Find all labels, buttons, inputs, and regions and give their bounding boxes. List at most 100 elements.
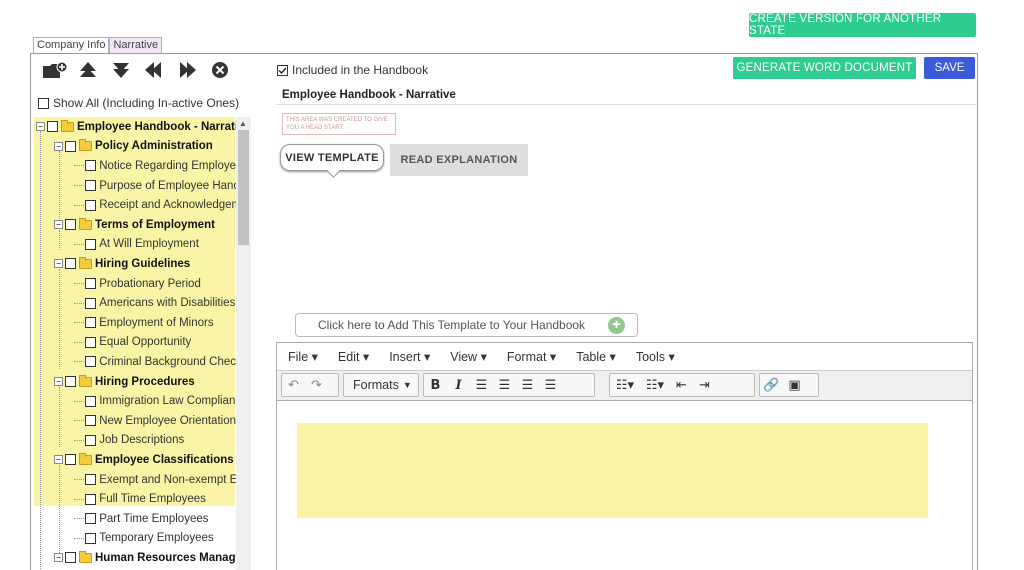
tree-label: Policy Administration (95, 140, 213, 153)
tree-checkbox[interactable] (85, 199, 96, 211)
tree-checkbox[interactable] (85, 336, 96, 348)
menu-format[interactable]: Format ▾ (507, 349, 556, 364)
menu-tools[interactable]: Tools ▾ (636, 349, 675, 364)
tree-checkbox[interactable] (85, 415, 96, 427)
tree-checkbox[interactable] (85, 180, 96, 192)
menu-table[interactable]: Table ▾ (576, 349, 616, 364)
section-title-field[interactable]: Employee Handbook - Narrative (276, 86, 976, 105)
italic-icon[interactable]: I (447, 378, 470, 393)
tree-checkbox[interactable] (65, 552, 76, 564)
format-group: B I ☰ ☰ ☰ ☰ (423, 373, 595, 397)
tab-company-info[interactable]: Company Info (33, 37, 110, 53)
formats-dropdown[interactable]: Formats ▼ (343, 373, 419, 397)
handbook-tree: − Employee Handbook - Narrative − Policy A… (34, 117, 237, 570)
tree-checkbox[interactable] (65, 258, 76, 270)
tree-checkbox[interactable] (47, 121, 58, 133)
tree-checkbox[interactable] (85, 493, 96, 505)
tree-node-folder[interactable]: − Policy Administration (54, 137, 213, 157)
show-all-checkbox[interactable] (38, 97, 49, 109)
save-button[interactable]: SAVE (924, 57, 975, 79)
view-template-button[interactable]: VIEW TEMPLATE (280, 144, 384, 171)
generate-word-button[interactable]: GENERATE WORD DOCUMENT (733, 57, 916, 79)
delete-icon[interactable] (203, 60, 236, 86)
tree-node-folder[interactable]: − Terms of Employment (54, 215, 215, 235)
tab-narrative[interactable]: Narrative (109, 37, 163, 53)
image-icon[interactable]: ▣ (783, 377, 806, 393)
tree-checkbox[interactable] (85, 434, 96, 446)
included-toggle[interactable]: Included in the Handbook (277, 63, 428, 77)
tree-node-item[interactable]: Criminal Background Checks (74, 352, 237, 372)
tree-checkbox[interactable] (85, 160, 96, 172)
tree-label: Part Time Employees (99, 512, 209, 525)
tree-checkbox[interactable] (85, 356, 96, 368)
menu-label: Edit (337, 350, 360, 364)
tree-node-item[interactable]: Full Time Employees (74, 489, 206, 509)
align-center-icon[interactable]: ☰ (493, 377, 516, 393)
bullet-list-icon[interactable]: ☷▾ (610, 377, 640, 393)
move-right-icon[interactable] (170, 60, 203, 86)
editor-content-area[interactable] (297, 423, 928, 518)
outdent-icon[interactable]: ⇤ (670, 377, 693, 393)
tree-node-item[interactable]: Receipt and Acknowledgement (74, 195, 237, 215)
tree-scrollbar-thumb[interactable] (238, 130, 249, 245)
tree-node-item[interactable]: Employment of Minors (74, 313, 214, 333)
menu-edit[interactable]: Edit ▾ (338, 349, 369, 364)
tree-checkbox[interactable] (65, 376, 76, 388)
tree-node-root[interactable]: − Employee Handbook - Narrative (36, 117, 237, 137)
align-justify-icon[interactable]: ☰ (539, 377, 562, 393)
redo-icon[interactable]: ↷ (305, 377, 328, 393)
add-folder-icon[interactable] (38, 60, 71, 86)
tree-node-item[interactable]: Temporary Employees (74, 529, 214, 549)
link-icon[interactable]: 🔗 (760, 377, 783, 393)
tree-node-folder[interactable]: − Hiring Guidelines (54, 254, 190, 274)
tree-checkbox[interactable] (85, 532, 96, 544)
tree-node-item[interactable]: Equal Opportunity (74, 333, 191, 353)
tree-node-item[interactable]: Immigration Law Compliance (74, 391, 237, 411)
tree-checkbox[interactable] (65, 219, 76, 231)
align-left-icon[interactable]: ☰ (470, 377, 493, 393)
tree-checkbox[interactable] (85, 238, 96, 250)
indent-icon[interactable]: ⇥ (693, 377, 716, 393)
bold-icon[interactable]: B (424, 378, 447, 393)
tree-node-item[interactable]: Americans with Disabilities Act (74, 293, 237, 313)
included-checkbox[interactable] (277, 64, 288, 76)
tree-node-item[interactable]: Exempt and Non-exempt Employees (74, 470, 237, 490)
tree-checkbox[interactable] (65, 140, 76, 152)
tree-checkbox[interactable] (85, 395, 96, 407)
read-explanation-button[interactable]: READ EXPLANATION (390, 144, 528, 176)
create-version-button[interactable]: CREATE VERSION FOR ANOTHER STATE (749, 13, 976, 37)
tree-checkbox[interactable] (85, 513, 96, 525)
tree-node-item[interactable]: At Will Employment (74, 235, 199, 255)
add-template-button[interactable]: Click here to Add This Template to Your … (295, 313, 638, 337)
list-group: ☷▾ ☷▾ ⇤ ⇥ (609, 373, 755, 397)
tree-node-item[interactable]: Part Time Employees (74, 509, 209, 529)
formats-label: Formats (353, 378, 399, 392)
tree-node-item[interactable]: New Employee Orientation (74, 411, 236, 431)
tree-checkbox[interactable] (85, 278, 96, 290)
tree-node-item[interactable]: Job Descriptions (74, 431, 184, 451)
tree-checkbox[interactable] (65, 454, 76, 466)
tree-node-folder[interactable]: −Human Resources Management (54, 548, 237, 568)
menu-file[interactable]: File ▾ (288, 349, 318, 364)
menu-view[interactable]: View ▾ (450, 349, 487, 364)
move-down-icon[interactable] (104, 60, 137, 86)
tree-node-item[interactable]: Probationary Period (74, 274, 201, 294)
tree-node-folder[interactable]: − Employee Classifications (54, 450, 234, 470)
tree-checkbox[interactable] (85, 317, 96, 329)
show-all-toggle[interactable]: Show All (Including In-active Ones) (38, 96, 239, 110)
numbered-list-icon[interactable]: ☷▾ (640, 377, 670, 393)
tree-label: New Employee Orientation (99, 414, 236, 427)
tree-checkbox[interactable] (85, 474, 96, 486)
tree-node-item[interactable]: Notice Regarding Employee Handbook (74, 156, 237, 176)
move-left-icon[interactable] (137, 60, 170, 86)
move-up-icon[interactable] (71, 60, 104, 86)
tree-node-folder[interactable]: − Hiring Procedures (54, 372, 195, 392)
tree-label: Hiring Procedures (95, 375, 195, 388)
scroll-up-icon[interactable]: ▲ (239, 119, 247, 128)
included-label: Included in the Handbook (292, 63, 429, 77)
undo-icon[interactable]: ↶ (282, 377, 305, 393)
align-right-icon[interactable]: ☰ (516, 377, 539, 393)
tree-node-item[interactable]: Purpose of Employee Handbook (74, 176, 237, 196)
tree-checkbox[interactable] (85, 297, 96, 309)
menu-insert[interactable]: Insert ▾ (389, 349, 430, 364)
